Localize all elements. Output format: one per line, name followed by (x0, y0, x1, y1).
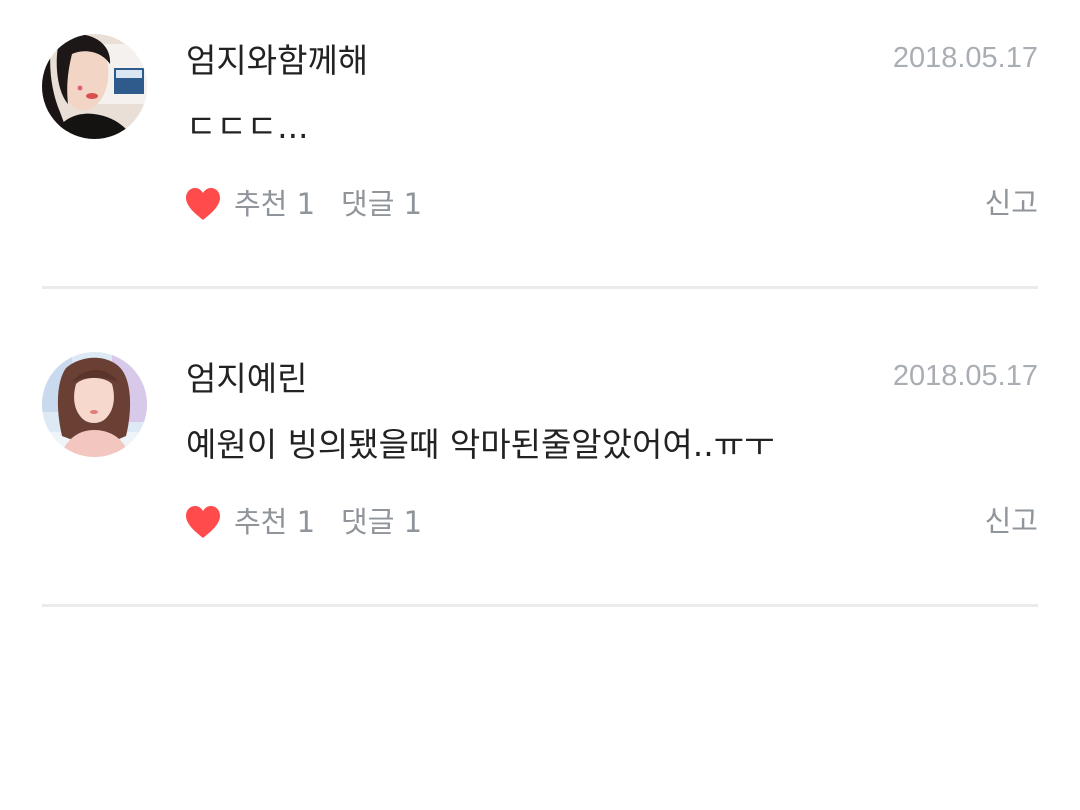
like-button[interactable]: 추천 1 (184, 502, 315, 542)
like-count: 추천 1 (234, 505, 316, 539)
comment-text: ㄷㄷㄷ... (186, 107, 309, 146)
report-button[interactable]: 신고 (985, 501, 1038, 541)
heart-icon (186, 506, 220, 538)
comment-author[interactable]: 엄지와함께해 (186, 38, 368, 84)
like-button[interactable]: 추천 1 (184, 184, 315, 224)
comment-actions: 추천 1 댓글 1 (184, 183, 422, 225)
comment-date: 2018.05.17 (892, 360, 1038, 392)
comment-item: 엄지와함께해 2018.05.17 ㄷㄷㄷ... 추천 1 댓글 1 신고 (0, 0, 1080, 318)
comment-text: 예원이 빙의됐을때 악마된줄알았어여..ㅠㅜ (186, 425, 775, 464)
comment-list: 엄지와함께해 2018.05.17 ㄷㄷㄷ... 추천 1 댓글 1 신고 엄지… (0, 0, 1080, 636)
comment-author[interactable]: 엄지예린 (186, 356, 307, 402)
heart-icon (186, 188, 220, 220)
avatar[interactable] (42, 352, 147, 457)
comment-date: 2018.05.17 (892, 42, 1038, 74)
comment-item: 엄지예린 2018.05.17 예원이 빙의됐을때 악마된줄알았어여..ㅠㅜ 추… (0, 318, 1080, 636)
divider (42, 286, 1038, 289)
divider (42, 604, 1038, 607)
report-button[interactable]: 신고 (985, 183, 1038, 223)
avatar-image (42, 34, 147, 139)
reply-button[interactable]: 댓글 1 (341, 502, 422, 542)
like-count: 추천 1 (234, 187, 316, 221)
avatar-image (42, 352, 147, 457)
comment-actions: 추천 1 댓글 1 (184, 501, 422, 543)
reply-button[interactable]: 댓글 1 (341, 184, 422, 224)
avatar[interactable] (42, 34, 147, 139)
